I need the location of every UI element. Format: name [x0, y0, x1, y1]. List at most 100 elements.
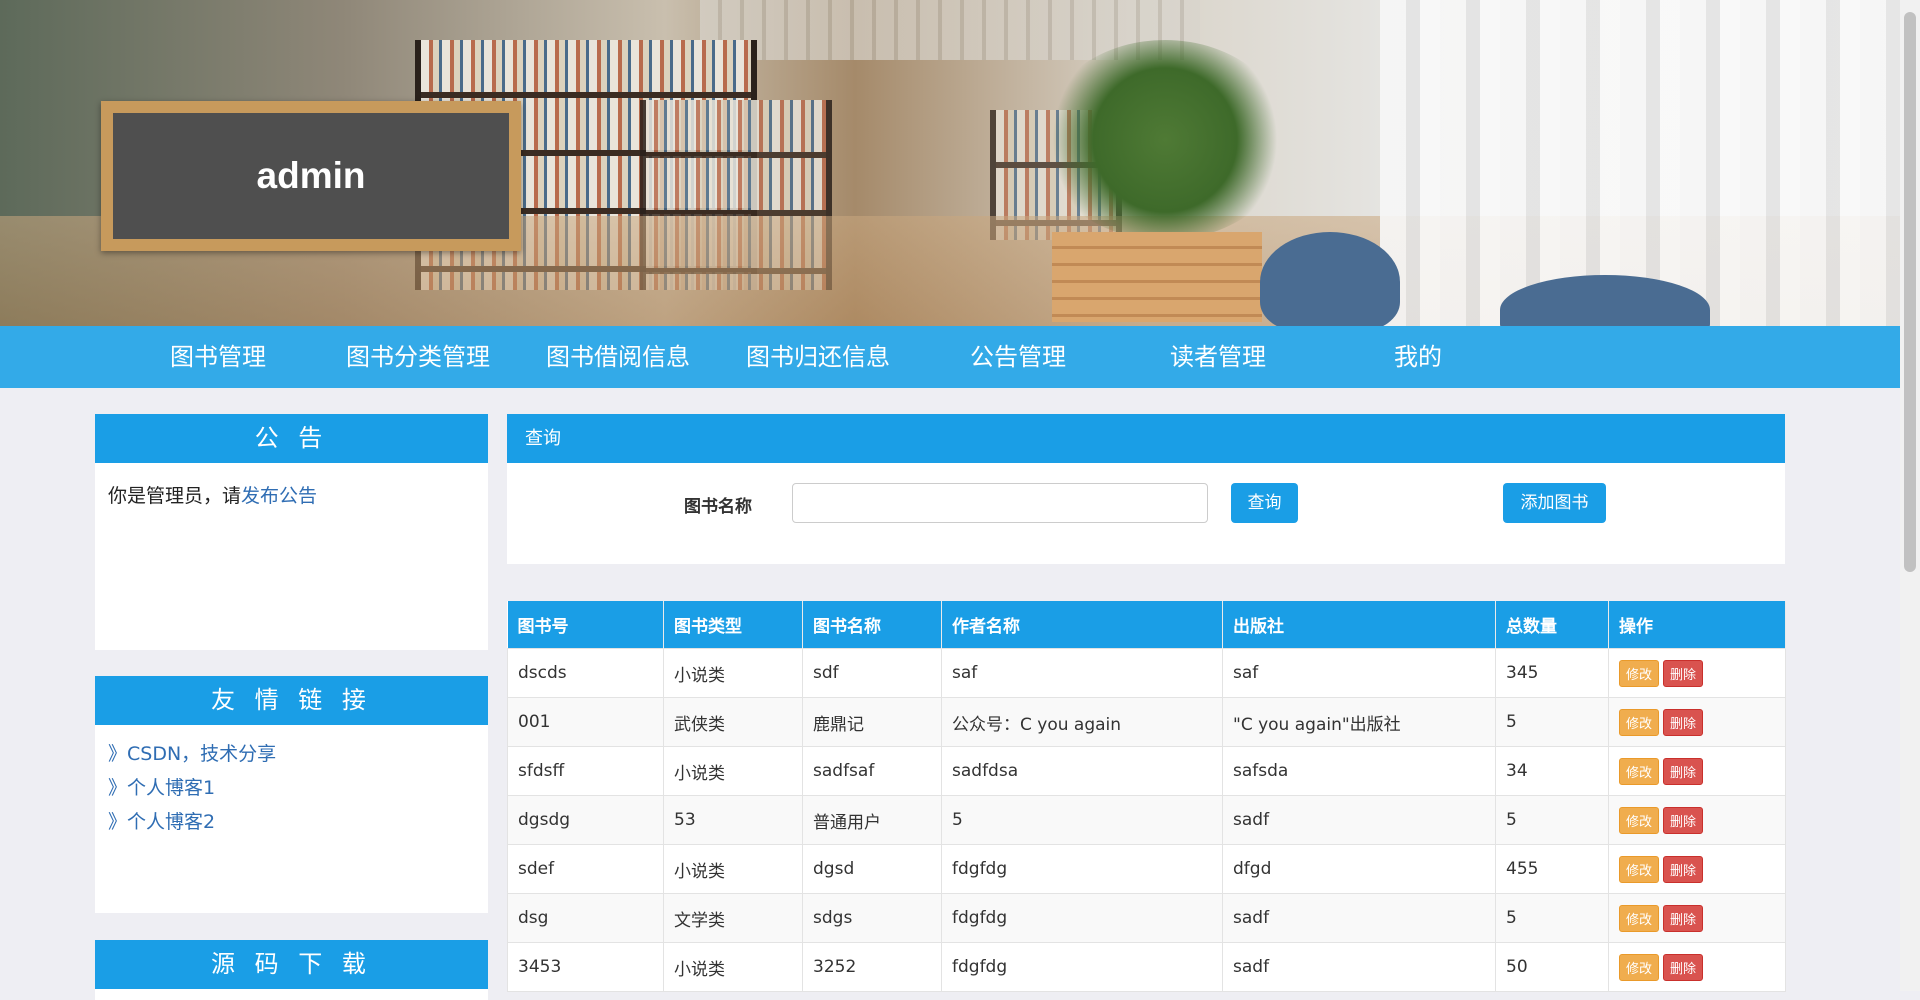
edit-button[interactable]: 修改: [1619, 953, 1660, 981]
cell-author: saf: [941, 648, 1223, 698]
cell-author: sadfdsa: [941, 746, 1223, 796]
cell-actions: 修改 删除: [1608, 893, 1786, 943]
cell-book-id: dsg: [507, 893, 664, 943]
publish-notice-link[interactable]: 发布公告: [241, 485, 317, 507]
column-header-total: 总数量: [1495, 601, 1609, 649]
friend-link-blog-2[interactable]: 》个人博客2: [108, 805, 475, 839]
cell-publisher: "C you again"出版社: [1222, 697, 1496, 747]
table-header-row: 图书号 图书类型 图书名称 作者名称 出版社 总数量 操作: [507, 601, 1786, 649]
column-header-book-id: 图书号: [507, 601, 664, 649]
source-download-title: 源 码 下 载: [95, 940, 488, 989]
table-row: 001 武侠类 鹿鼎记 公众号：C you again "C you again…: [507, 697, 1786, 747]
cell-book-type: 文学类: [663, 893, 803, 943]
edit-button[interactable]: 修改: [1619, 904, 1660, 932]
delete-button[interactable]: 删除: [1663, 757, 1704, 785]
cell-book-name: dgsd: [802, 844, 942, 894]
notice-text: 你是管理员，请: [108, 485, 242, 507]
username: admin: [256, 155, 366, 196]
cell-book-name: 鹿鼎记: [802, 697, 942, 747]
cell-total: 5: [1495, 697, 1609, 747]
nav-item-category-management[interactable]: 图书分类管理: [318, 326, 518, 388]
cell-book-id: dscds: [507, 648, 664, 698]
nav-item-book-management[interactable]: 图书管理: [118, 326, 318, 388]
cell-total: 455: [1495, 844, 1609, 894]
cell-book-type: 53: [663, 795, 803, 845]
column-header-publisher: 出版社: [1222, 601, 1496, 649]
delete-button[interactable]: 删除: [1663, 904, 1704, 932]
column-header-book-type: 图书类型: [663, 601, 803, 649]
cell-actions: 修改 删除: [1608, 648, 1786, 698]
notice-panel: 公 告 你是管理员，请发布公告: [95, 414, 488, 650]
query-title: 查询: [507, 414, 1785, 463]
friend-link-blog-1[interactable]: 》个人博客1: [108, 771, 475, 805]
page-scrollbar[interactable]: [1900, 0, 1920, 991]
nav-item-return-info[interactable]: 图书归还信息: [718, 326, 918, 388]
nav-item-mine[interactable]: 我的: [1318, 326, 1518, 388]
table-row: sdef 小说类 dgsd fdgfdg dfgd 455 修改 删除: [507, 844, 1786, 894]
cell-book-id: sfdsff: [507, 746, 664, 796]
column-header-author: 作者名称: [941, 601, 1223, 649]
cell-actions: 修改 删除: [1608, 942, 1786, 992]
cell-total: 34: [1495, 746, 1609, 796]
delete-button[interactable]: 删除: [1663, 806, 1704, 834]
friend-links-panel: 友 情 链 接 》CSDN，技术分享 》个人博客1 》个人博客2: [95, 676, 488, 913]
cell-book-name: sdgs: [802, 893, 942, 943]
delete-button[interactable]: 删除: [1663, 708, 1704, 736]
cell-publisher: safsda: [1222, 746, 1496, 796]
table-row: dsg 文学类 sdgs fdgfdg sadf 5 修改 删除: [507, 893, 1786, 943]
notice-body: 你是管理员，请发布公告: [95, 463, 488, 526]
cell-total: 5: [1495, 893, 1609, 943]
source-download-panel: 源 码 下 载: [95, 940, 488, 1000]
cell-book-type: 小说类: [663, 942, 803, 992]
cell-actions: 修改 删除: [1608, 697, 1786, 747]
cell-book-type: 小说类: [663, 746, 803, 796]
edit-button[interactable]: 修改: [1619, 659, 1660, 687]
cell-book-name: 普通用户: [802, 795, 942, 845]
add-book-button[interactable]: 添加图书: [1503, 483, 1606, 523]
cell-author: fdgfdg: [941, 893, 1223, 943]
cell-book-id: dgsdg: [507, 795, 664, 845]
cell-publisher: sadf: [1222, 942, 1496, 992]
cell-book-name: sdf: [802, 648, 942, 698]
cell-author: fdgfdg: [941, 942, 1223, 992]
cell-book-type: 武侠类: [663, 697, 803, 747]
cell-book-id: 3453: [507, 942, 664, 992]
main-nav: 图书管理 图书分类管理 图书借阅信息 图书归还信息 公告管理 读者管理 我的: [0, 326, 1900, 388]
friend-links-body: 》CSDN，技术分享 》个人博客1 》个人博客2: [95, 725, 488, 857]
banner-plant: [1040, 40, 1290, 240]
table-row: 3453 小说类 3252 fdgfdg sadf 50 修改 删除: [507, 942, 1786, 992]
signboard-face: admin: [113, 113, 509, 239]
query-panel: 查询 图书名称 查询 添加图书: [507, 414, 1785, 564]
cell-publisher: saf: [1222, 648, 1496, 698]
books-table: 图书号 图书类型 图书名称 作者名称 出版社 总数量 操作 dscds 小说类 …: [507, 601, 1786, 992]
nav-item-borrow-info[interactable]: 图书借阅信息: [518, 326, 718, 388]
cell-book-name: 3252: [802, 942, 942, 992]
cell-publisher: sadf: [1222, 795, 1496, 845]
cell-author: fdgfdg: [941, 844, 1223, 894]
table-row: sfdsff 小说类 sadfsaf sadfdsa safsda 34 修改删…: [507, 746, 1786, 796]
friend-link-csdn[interactable]: 》CSDN，技术分享: [108, 737, 475, 771]
edit-button[interactable]: 修改: [1619, 757, 1660, 785]
book-name-label: 图书名称: [684, 497, 752, 517]
scrollbar-thumb[interactable]: [1904, 12, 1916, 572]
book-name-input[interactable]: [792, 483, 1208, 523]
user-signboard: admin: [101, 101, 521, 251]
edit-button[interactable]: 修改: [1619, 806, 1660, 834]
delete-button[interactable]: 删除: [1663, 855, 1704, 883]
edit-button[interactable]: 修改: [1619, 708, 1660, 736]
delete-button[interactable]: 删除: [1663, 953, 1704, 981]
cell-author: 5: [941, 795, 1223, 845]
search-button[interactable]: 查询: [1231, 483, 1298, 523]
column-header-actions: 操作: [1608, 601, 1786, 649]
delete-button[interactable]: 删除: [1663, 659, 1704, 687]
nav-item-notice-management[interactable]: 公告管理: [918, 326, 1118, 388]
edit-button[interactable]: 修改: [1619, 855, 1660, 883]
cell-actions: 修改 删除: [1608, 746, 1786, 796]
banner-chair: [1260, 232, 1400, 326]
cell-book-name: sadfsaf: [802, 746, 942, 796]
table-row: dscds 小说类 sdf saf saf 345 修改 删除: [507, 648, 1786, 698]
cell-total: 345: [1495, 648, 1609, 698]
cell-publisher: sadf: [1222, 893, 1496, 943]
nav-item-reader-management[interactable]: 读者管理: [1118, 326, 1318, 388]
cell-total: 50: [1495, 942, 1609, 992]
